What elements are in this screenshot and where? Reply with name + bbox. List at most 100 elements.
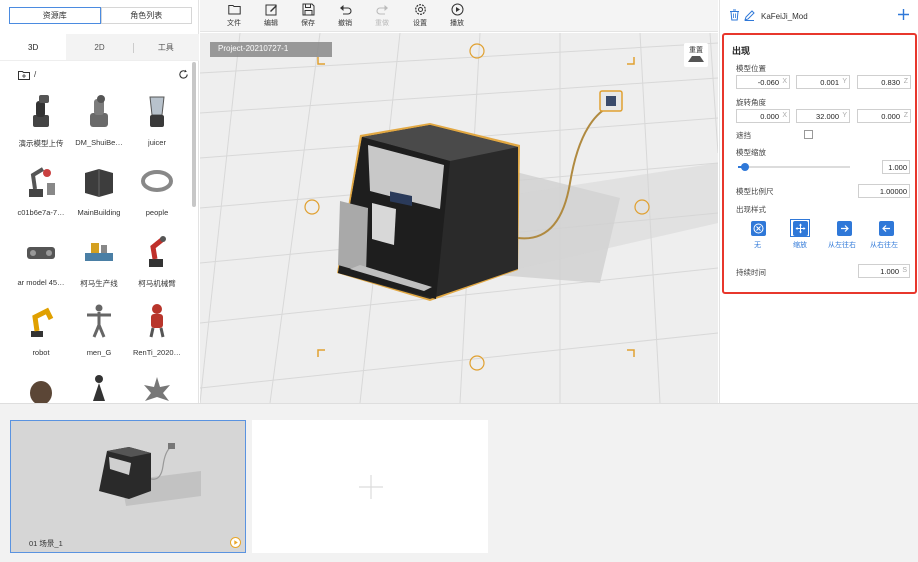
model-name: KaFeiJi_Mod xyxy=(761,12,808,21)
add-scene-card[interactable] xyxy=(252,420,488,553)
arrow-left-icon xyxy=(881,224,890,232)
main-toolbar: 文件 编辑 保存 撤销 重做 设置 播放 xyxy=(200,0,718,32)
style-scale-button[interactable] xyxy=(790,219,810,237)
asset-item[interactable]: c01b6e7a-7… xyxy=(12,158,70,228)
asset-label: MainBuilding xyxy=(77,208,121,217)
asset-item[interactable]: juicer xyxy=(128,88,186,158)
asset-item[interactable]: people xyxy=(128,158,186,228)
axis-y-tag: Y xyxy=(842,112,847,119)
refresh-icon[interactable] xyxy=(178,69,189,80)
style-rtl-box xyxy=(878,220,894,236)
position-z-input[interactable]: 0.830 Z xyxy=(857,75,911,89)
asset-item[interactable]: ar model 45… xyxy=(12,228,70,298)
property-header: KaFeiJi_Mod xyxy=(720,0,918,31)
asset-item[interactable]: MainBuilding xyxy=(70,158,128,228)
style-right-to-left-button[interactable] xyxy=(876,219,896,237)
duration-unit: S xyxy=(902,267,907,274)
plus-icon[interactable] xyxy=(897,8,910,21)
3d-viewport[interactable]: Project-20210727-1 重置 xyxy=(200,33,718,403)
reset-view-button[interactable]: 重置 xyxy=(684,43,708,67)
style-scale-label: 缩放 xyxy=(793,242,807,249)
scale-slider-thumb[interactable] xyxy=(741,163,749,171)
scale-input[interactable]: 1.000 xyxy=(882,160,910,174)
save-label: 保存 xyxy=(301,20,315,27)
section-title: 出现 xyxy=(732,46,751,56)
asset-item[interactable]: 柯马机械臂 xyxy=(128,228,186,298)
asset-item[interactable]: men_G xyxy=(70,298,128,368)
robot-arm-dark-icon xyxy=(33,95,49,127)
rotation-y-value: 32.000 xyxy=(816,112,839,121)
settings-button[interactable]: 设置 xyxy=(405,3,435,29)
settings-icon xyxy=(414,4,426,15)
file-label: 文件 xyxy=(227,20,241,27)
save-button[interactable]: 保存 xyxy=(293,3,323,29)
redo-label: 重做 xyxy=(375,20,389,27)
undo-button[interactable]: 撤销 xyxy=(330,3,360,29)
man-figure-icon xyxy=(87,304,111,338)
folder-path-row: / xyxy=(0,68,199,84)
file-button[interactable]: 文件 xyxy=(219,3,249,29)
position-x-value: -0.060 xyxy=(757,78,779,87)
tab-2d[interactable]: 2D xyxy=(66,34,133,60)
position-x-input[interactable]: -0.060 X xyxy=(736,75,790,89)
style-left-to-right-button[interactable] xyxy=(834,219,854,237)
move-icon xyxy=(795,223,805,233)
redo-button[interactable]: 重做 xyxy=(367,3,397,29)
pen-icon[interactable] xyxy=(744,10,755,21)
ratio-input[interactable]: 1.00000 xyxy=(858,184,910,198)
app-root: 资源库 角色列表 3D 2D 工具 / 演示模型上传 DM_ShuiBe… ju… xyxy=(0,0,918,562)
asset-label: ar model 45… xyxy=(17,278,65,287)
asset-panel: 资源库 角色列表 3D 2D 工具 / 演示模型上传 DM_ShuiBe… ju… xyxy=(0,0,199,405)
scene-card[interactable]: 01 场景_1 xyxy=(10,420,246,553)
rotation-y-input[interactable]: 32.000 Y xyxy=(796,109,850,123)
trash-icon[interactable] xyxy=(729,9,740,21)
asset-label: 柯马机械臂 xyxy=(138,279,176,288)
axis-y-tag: Y xyxy=(842,78,847,85)
rotation-label: 旋转角度 xyxy=(736,98,766,107)
edit-button[interactable]: 编辑 xyxy=(256,3,286,29)
style-none-label: 无 xyxy=(754,242,761,249)
tab-resource-library[interactable]: 资源库 xyxy=(9,7,101,24)
asset-item[interactable]: 演示模型上传 xyxy=(12,88,70,158)
edit-icon xyxy=(265,4,277,16)
asset-item[interactable]: robot xyxy=(12,298,70,368)
ratio-label: 模型比例尺 xyxy=(736,187,774,196)
position-y-value: 0.001 xyxy=(820,78,839,87)
tab-tools[interactable]: 工具 xyxy=(132,34,199,60)
play-button[interactable]: 播放 xyxy=(442,3,472,29)
tab-role-list[interactable]: 角色列表 xyxy=(100,7,192,24)
appear-section: 出现 模型位置 -0.060 X 0.001 Y 0.830 Z 旋转角度 0.000… xyxy=(722,33,917,294)
scale-label: 模型缩放 xyxy=(736,148,766,157)
asset-label: people xyxy=(145,208,169,217)
settings-label: 设置 xyxy=(413,20,427,27)
asset-scrollbar[interactable] xyxy=(192,62,196,207)
scale-slider-track[interactable] xyxy=(738,166,850,168)
project-label: Project-20210727-1 xyxy=(210,42,332,57)
asset-item[interactable]: RenTi_2020… xyxy=(128,298,186,368)
folder-path: / xyxy=(34,70,37,79)
save-icon xyxy=(302,3,314,16)
asset-item[interactable]: DM_ShuiBe… xyxy=(70,88,128,158)
position-y-input[interactable]: 0.001 Y xyxy=(796,75,850,89)
panel-tabs: 资源库 角色列表 xyxy=(9,7,192,24)
occlusion-checkbox[interactable] xyxy=(804,130,813,139)
style-rtl-label: 从右往左 xyxy=(870,242,898,249)
reset-label: 重置 xyxy=(689,47,703,54)
play-icon[interactable] xyxy=(230,537,241,548)
undo-label: 撤销 xyxy=(338,20,352,27)
position-label: 模型位置 xyxy=(736,64,766,73)
style-none-button[interactable] xyxy=(748,219,768,237)
reset-floor-icon xyxy=(688,56,704,62)
folder-icon xyxy=(227,5,241,15)
asset-item[interactable]: 柯马生产线 xyxy=(70,228,128,298)
scene-thumbnail xyxy=(99,443,201,506)
duration-input[interactable]: 1.000 S xyxy=(858,264,910,278)
asset-label: 柯马生产线 xyxy=(80,279,118,288)
rotation-x-input[interactable]: 0.000 X xyxy=(736,109,790,123)
tab-3d[interactable]: 3D xyxy=(0,34,67,60)
rotation-z-input[interactable]: 0.000 Z xyxy=(857,109,911,123)
red-robot-arm-icon xyxy=(149,236,166,267)
folder-icon[interactable] xyxy=(18,70,30,80)
arrow-right-icon xyxy=(840,224,849,232)
scene-strip: 01 场景_1 xyxy=(0,403,918,562)
